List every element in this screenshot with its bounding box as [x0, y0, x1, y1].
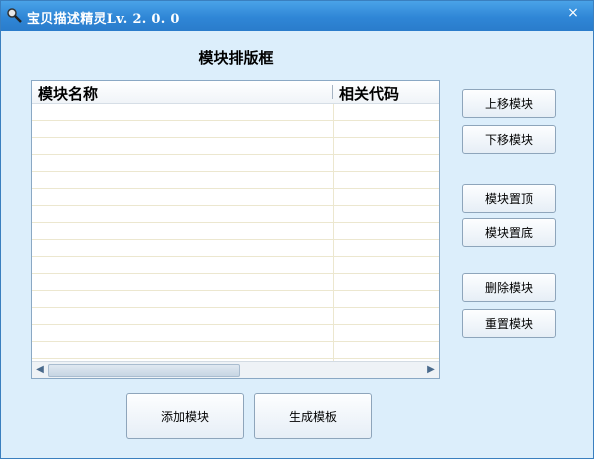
column-header-name[interactable]: 模块名称 — [38, 83, 98, 104]
module-list[interactable]: 模块名称 相关代码 ◀ ▶ — [31, 80, 440, 379]
move-bottom-button[interactable]: 模块置底 — [462, 218, 556, 247]
scroll-left-icon[interactable]: ◀ — [33, 362, 47, 378]
app-window: 宝贝描述精灵Lv. 2. 0. 0 × 模块排版框 模块名称 相关代码 ◀ ▶ … — [0, 0, 594, 459]
title-bar[interactable]: 宝贝描述精灵Lv. 2. 0. 0 × — [1, 1, 593, 31]
magnifier-icon — [7, 8, 22, 23]
delete-module-button[interactable]: 删除模块 — [462, 273, 556, 302]
list-body[interactable] — [32, 104, 439, 361]
move-down-button[interactable]: 下移模块 — [462, 125, 556, 154]
reset-module-button[interactable]: 重置模块 — [462, 309, 556, 338]
panel-title: 模块排版框 — [198, 49, 274, 67]
column-separator[interactable] — [332, 85, 333, 99]
window-title: 宝贝描述精灵Lv. 2. 0. 0 — [27, 12, 180, 27]
horizontal-scrollbar[interactable]: ◀ ▶ — [32, 361, 439, 378]
move-top-button[interactable]: 模块置顶 — [462, 184, 556, 213]
add-module-button[interactable]: 添加模块 — [126, 393, 244, 439]
scrollbar-thumb[interactable] — [48, 364, 240, 377]
move-up-button[interactable]: 上移模块 — [462, 89, 556, 118]
scroll-right-icon[interactable]: ▶ — [424, 362, 438, 378]
column-header-code[interactable]: 相关代码 — [339, 83, 399, 104]
close-button[interactable]: × — [563, 5, 583, 21]
generate-template-button[interactable]: 生成模板 — [254, 393, 372, 439]
column-divider — [333, 104, 334, 361]
list-header: 模块名称 相关代码 — [32, 81, 439, 104]
